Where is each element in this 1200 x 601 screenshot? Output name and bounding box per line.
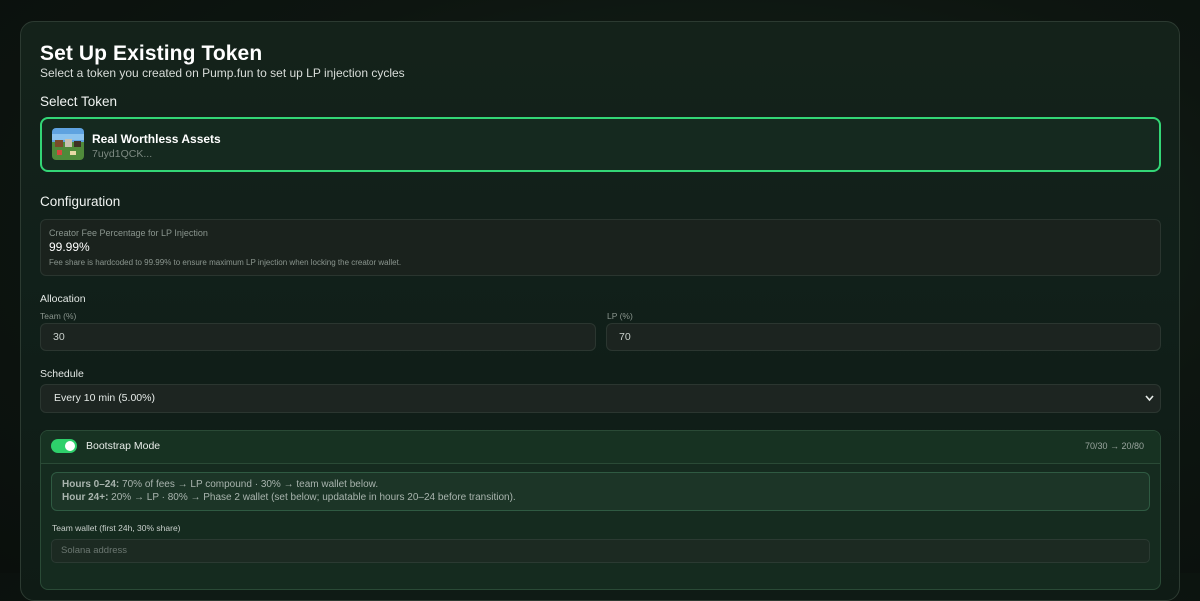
team-wallet-input[interactable]: Solana address bbox=[51, 539, 1150, 563]
toggle-knob bbox=[65, 441, 75, 451]
bootstrap-toggle[interactable] bbox=[51, 439, 77, 453]
creator-fee-label: Creator Fee Percentage for LP Injection bbox=[49, 228, 208, 238]
team-wallet-label: Team wallet (first 24h, 30% share) bbox=[52, 523, 181, 533]
schedule-selected-value: Every 10 min (5.00%) bbox=[54, 392, 155, 404]
chevron-down-icon bbox=[1145, 385, 1154, 423]
creator-fee-panel: Creator Fee Percentage for LP Injection … bbox=[40, 219, 1161, 276]
token-name: Real Worthless Assets bbox=[92, 132, 221, 146]
token-address: 7uyd1QCK... bbox=[92, 148, 153, 160]
page-subtitle: Select a token you created on Pump.fun t… bbox=[40, 66, 405, 80]
creator-fee-note: Fee share is hardcoded to 99.99% to ensu… bbox=[49, 258, 402, 267]
bootstrap-header: Bootstrap Mode 70/30 → 20/80 bbox=[41, 431, 1160, 464]
creator-fee-value: 99.99% bbox=[49, 240, 90, 254]
page-title: Set Up Existing Token bbox=[40, 42, 263, 65]
bootstrap-info-line-2: Hour 24+: 20% → LP · 80% → Phase 2 walle… bbox=[62, 491, 516, 503]
bootstrap-info: Hours 0–24: 70% of fees → LP compound · … bbox=[51, 472, 1150, 511]
bootstrap-info-line-1: Hours 0–24: 70% of fees → LP compound · … bbox=[62, 479, 379, 490]
configuration-heading: Configuration bbox=[40, 194, 121, 209]
schedule-select[interactable]: Every 10 min (5.00%) bbox=[40, 384, 1161, 413]
setup-card: Set Up Existing Token Select a token you… bbox=[20, 21, 1180, 601]
allocation-heading: Allocation bbox=[40, 293, 86, 305]
team-percent-input[interactable]: 30 bbox=[40, 323, 596, 351]
bootstrap-ratio: 70/30 → 20/80 bbox=[1084, 441, 1144, 451]
bootstrap-mode-panel: Bootstrap Mode 70/30 → 20/80 Hours 0–24:… bbox=[40, 430, 1161, 590]
lp-percent-input[interactable]: 70 bbox=[606, 323, 1161, 351]
schedule-heading: Schedule bbox=[40, 368, 84, 380]
bootstrap-title: Bootstrap Mode bbox=[86, 440, 161, 452]
lp-percent-label: LP (%) bbox=[607, 311, 633, 321]
token-avatar bbox=[52, 128, 84, 160]
team-percent-label: Team (%) bbox=[40, 311, 77, 321]
select-token-heading: Select Token bbox=[40, 94, 118, 109]
token-option-selected[interactable]: Real Worthless Assets 7uyd1QCK... bbox=[40, 117, 1161, 172]
